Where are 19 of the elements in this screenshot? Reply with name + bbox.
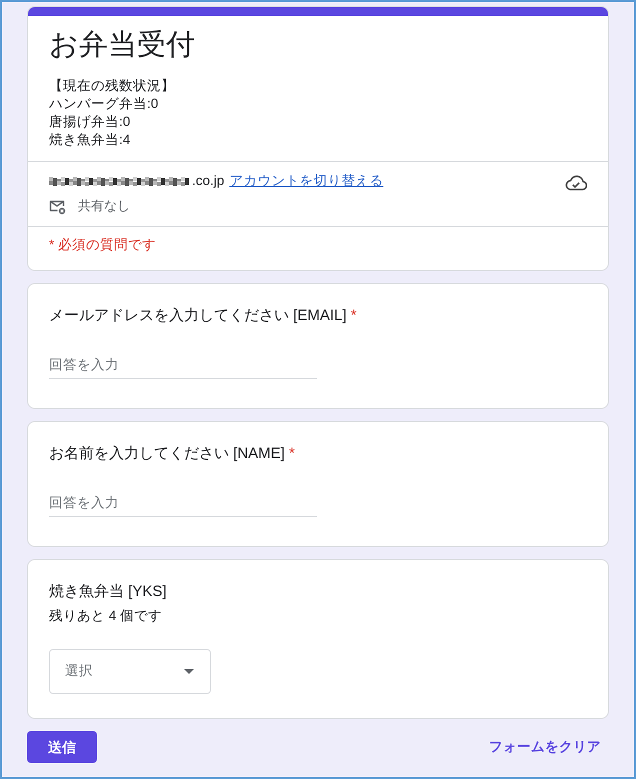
- answer-field[interactable]: 回答を入力: [49, 351, 317, 379]
- email-text: .co.jp: [192, 172, 224, 190]
- submit-button[interactable]: 送信: [27, 731, 97, 763]
- form-title: お弁当受付: [49, 28, 195, 63]
- description-text: ハンバーグ弁当:0: [49, 95, 158, 113]
- switch-account-link[interactable]: アカウントを切り替える: [229, 171, 384, 191]
- question-label: メールアドレスを入力してください [EMAIL] *: [49, 306, 357, 326]
- question-label: お名前を入力してください [NAME] *: [49, 444, 295, 464]
- description-text: 【現在の残数状況】: [49, 77, 175, 95]
- description-text: 焼き魚弁当:4: [49, 131, 130, 149]
- description-text: 唐揚げ弁当:0: [49, 113, 130, 131]
- dropdown-select[interactable]: 選択: [49, 649, 211, 694]
- clear-form-button[interactable]: フォームをクリア: [481, 732, 609, 762]
- caret-icon: [184, 669, 194, 674]
- required-note-text: * 必須の質問です: [49, 236, 156, 254]
- sharing-status-text: 共有なし: [78, 197, 130, 215]
- question-description: 残りあと 4 個です: [49, 607, 162, 625]
- question-label: 焼き魚弁当 [YKS]: [49, 582, 167, 602]
- answer-field[interactable]: 回答を入力: [49, 489, 317, 517]
